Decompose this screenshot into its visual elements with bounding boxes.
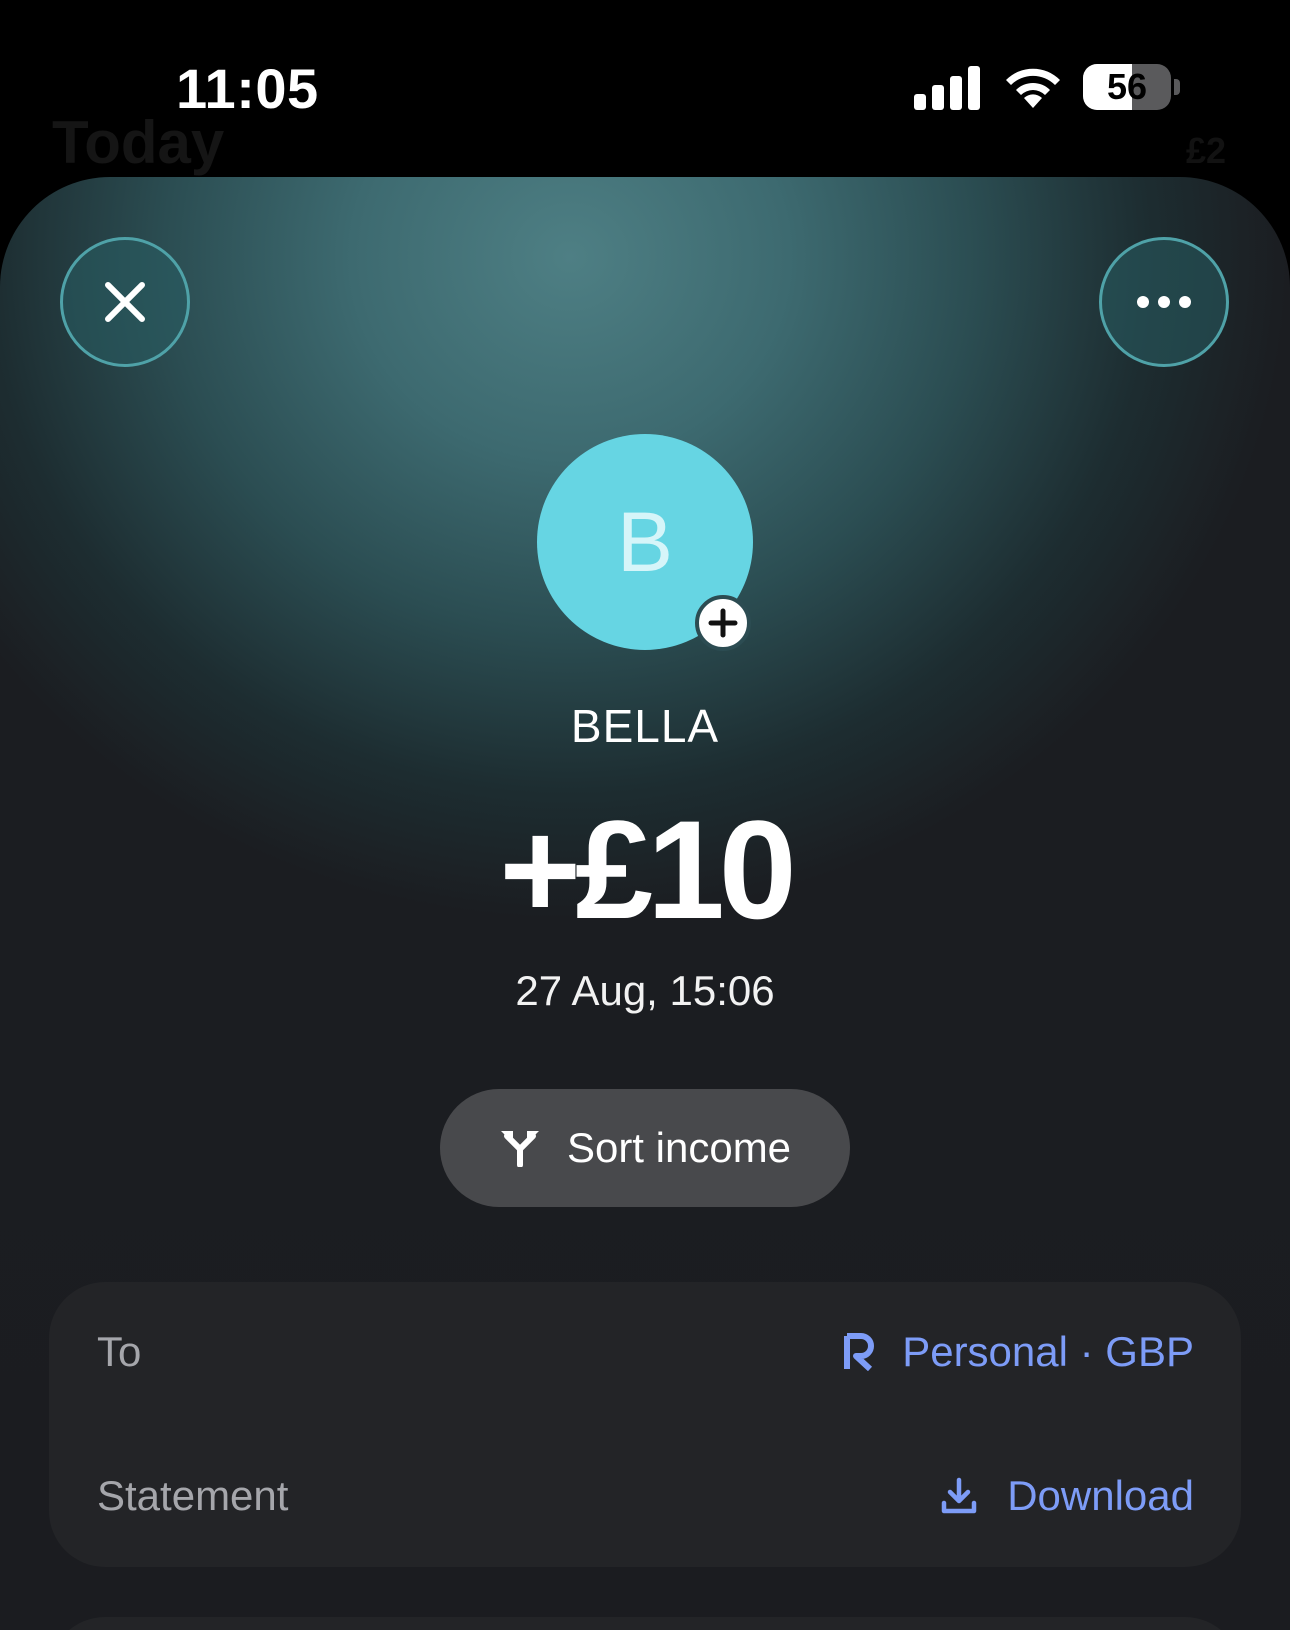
transaction-amount: +£10	[499, 791, 796, 948]
status-bar: 11:05 56	[0, 0, 1290, 180]
status-time: 11:05	[176, 57, 319, 120]
download-statement-button[interactable]: Download	[939, 1456, 1194, 1536]
battery-percent: 56	[1106, 66, 1148, 107]
download-label: Download	[1007, 1472, 1194, 1519]
signal-icon	[914, 66, 980, 110]
revolut-logo-icon	[844, 1333, 875, 1371]
statement-row: Statement Download	[49, 1456, 1241, 1536]
avatar-initial: B	[616, 494, 674, 589]
transaction-sheet: B BELLA +£10 27 Aug, 15:06 Sort income T…	[0, 177, 1290, 1630]
plus-icon	[708, 608, 738, 638]
wifi-icon	[1006, 68, 1060, 108]
statement-label: Statement	[97, 1472, 289, 1519]
to-row: To Personal · GBP	[49, 1312, 1241, 1392]
transaction-datetime: 27 Aug, 15:06	[515, 967, 775, 1014]
to-account-value: Personal · GBP	[902, 1328, 1194, 1375]
battery-nub	[1174, 79, 1180, 95]
to-account-link[interactable]: Personal · GBP	[844, 1312, 1194, 1392]
close-icon	[105, 282, 145, 322]
add-photo-button[interactable]	[695, 595, 751, 651]
download-icon	[941, 1477, 977, 1514]
split-arrows-icon	[500, 1131, 539, 1167]
battery-body: 56	[1083, 64, 1171, 110]
more-options-button[interactable]	[1099, 237, 1229, 367]
close-button[interactable]	[60, 237, 190, 367]
sort-income-label: Sort income	[566, 1124, 792, 1171]
sort-income-button[interactable]: Sort income	[440, 1089, 850, 1207]
merchant-name: BELLA	[570, 700, 720, 752]
more-horizontal-icon	[1137, 296, 1191, 308]
next-card-peek	[49, 1617, 1241, 1630]
to-label: To	[97, 1328, 142, 1375]
battery-icon: 56	[1083, 64, 1181, 110]
details-card: To Personal · GBP Statement Download	[49, 1282, 1241, 1567]
transaction-detail-screen: Today £2 11:05 56 B BELLA +£10 27 Aug, 1…	[0, 0, 1290, 1630]
